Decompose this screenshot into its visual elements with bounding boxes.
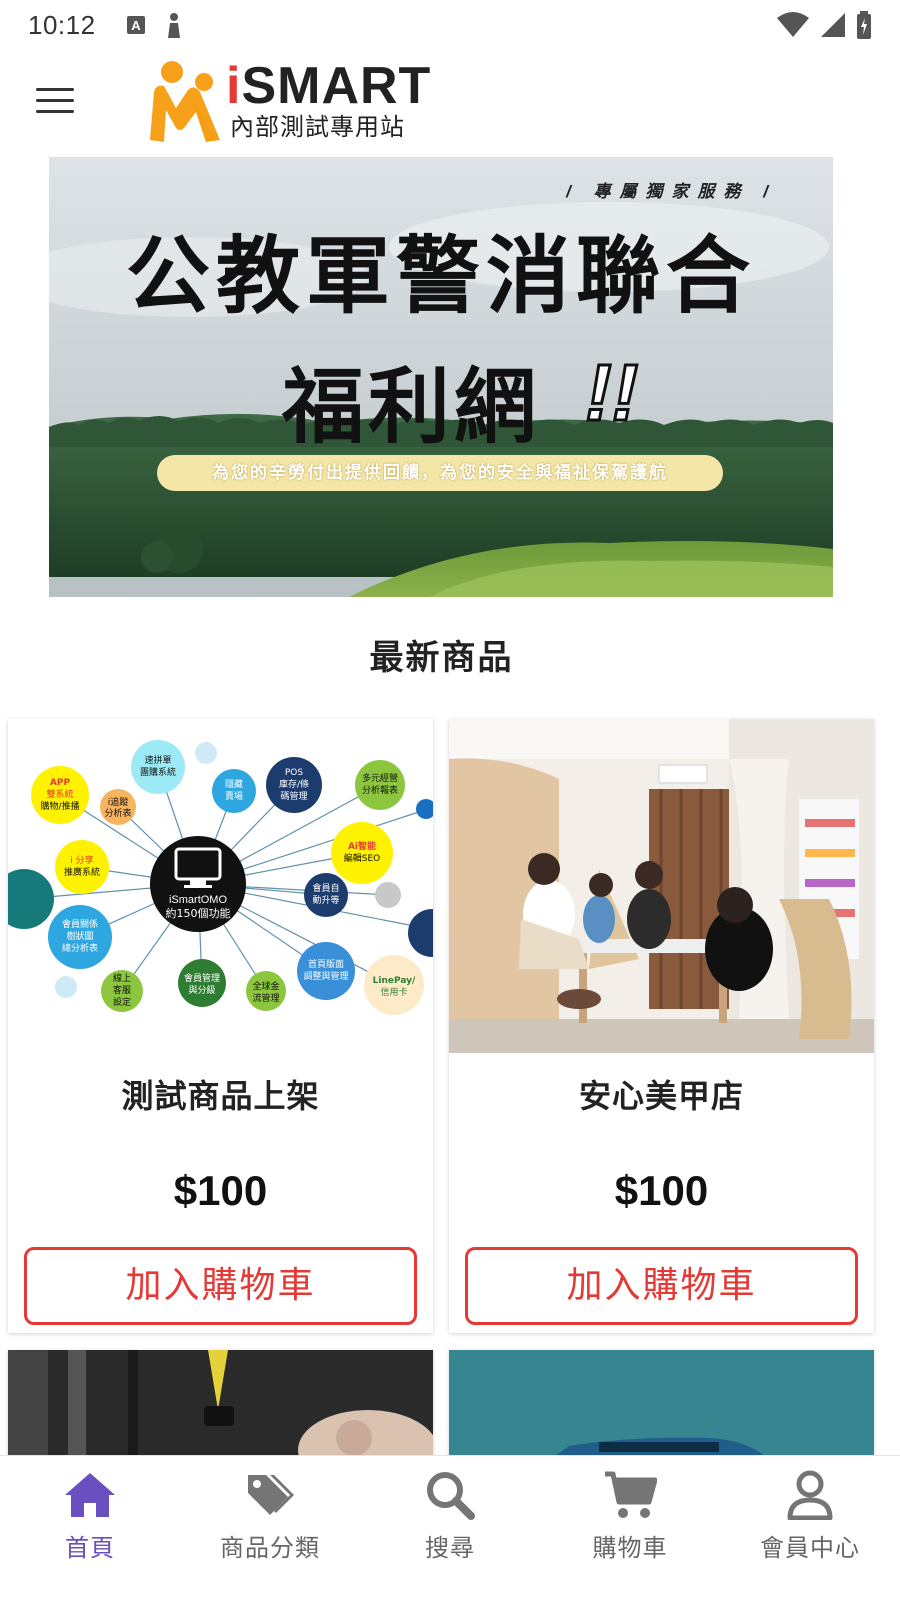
svg-text:會員自: 會員自 (312, 882, 339, 894)
nav-member-label: 會員中心 (760, 1535, 860, 1562)
svg-text:購物/推播: 購物/推播 (40, 800, 79, 812)
user-icon (787, 1470, 833, 1520)
nav-home-label: 首頁 (65, 1535, 115, 1562)
banner-title-line2: 福利網 (281, 360, 540, 455)
omo-center-line1: iSmartOMO (169, 894, 228, 906)
signal-icon (821, 13, 845, 37)
add-to-cart-button[interactable]: 加入購物車 (465, 1247, 858, 1325)
logo-brand-word: SMART (241, 57, 432, 115)
battery-icon (857, 11, 871, 39)
banner-exclaim: !! (583, 347, 639, 439)
nav-search[interactable]: 搜尋 (360, 1456, 540, 1600)
nav-cart-label: 購物車 (592, 1535, 668, 1562)
product-image-gym[interactable] (8, 1350, 433, 1460)
home-icon (65, 1473, 115, 1517)
menu-icon[interactable] (36, 88, 74, 116)
status-time: 10:12 (28, 9, 96, 40)
svg-text:POS: POS (285, 768, 304, 778)
product-name[interactable]: 安心美甲店 (449, 1071, 874, 1117)
keyboard-notification-icon: A (126, 16, 145, 34)
tags-icon (248, 1475, 294, 1515)
svg-text:信用卡: 信用卡 (380, 986, 407, 998)
svg-text:隱藏: 隱藏 (225, 778, 243, 790)
product-price: $100 (173, 1167, 268, 1214)
nav-categories-label: 商品分類 (220, 1535, 320, 1562)
logo-brand: iSMART (226, 58, 431, 114)
svg-text:動升等: 動升等 (312, 894, 339, 906)
status-bar: 10:12 A (0, 0, 900, 50)
svg-text:雙系統: 雙系統 (46, 788, 73, 800)
svg-text:樹狀圖: 樹狀圖 (66, 930, 93, 942)
svg-text:總分析表: 總分析表 (62, 942, 98, 954)
svg-text:與分級: 與分級 (188, 984, 215, 996)
banner-ribbon: 為您的辛勞付出提供回饋，為您的安全與福祉保駕護航 (157, 455, 723, 491)
omo-center-line2: 約150個功能 (166, 906, 231, 920)
svg-text:編輯SEO: 編輯SEO (344, 852, 380, 864)
product-name[interactable]: 測試商品上架 (8, 1071, 433, 1117)
svg-text:Ai智能: Ai智能 (348, 840, 376, 852)
svg-text:速拼單: 速拼單 (144, 754, 171, 766)
product-card[interactable] (449, 1350, 874, 1460)
svg-text:首頁版面: 首頁版面 (308, 958, 344, 970)
omo-diagram: iSmartOMO 約150個功能 速拼單團購系統 APP雙系統購物/推播 i追… (8, 719, 433, 1053)
nav-search-label: 搜尋 (425, 1535, 475, 1562)
svg-text:線上: 線上 (113, 972, 131, 984)
svg-text:A: A (131, 18, 141, 33)
svg-text:設定: 設定 (113, 996, 131, 1008)
svg-text:APP: APP (50, 778, 71, 788)
svg-text:碼管理: 碼管理 (280, 790, 307, 802)
svg-text:i追蹤: i追蹤 (108, 796, 129, 808)
cart-icon (605, 1471, 657, 1518)
svg-text:庫存/條: 庫存/條 (279, 778, 309, 790)
banner-title-line1: 公教軍警消聯合 (125, 227, 756, 325)
product-price: $100 (614, 1167, 709, 1214)
svg-text:賣場: 賣場 (225, 790, 243, 802)
wifi-icon (777, 12, 809, 37)
product-image-car[interactable] (449, 1350, 874, 1460)
bottom-navigation: 首頁 商品分類 搜尋 購物車 會員中心 (0, 1455, 900, 1600)
svg-text:客服: 客服 (113, 984, 131, 996)
product-image-nail-salon[interactable] (449, 719, 874, 1053)
section-title-latest: 最新商品 (369, 639, 514, 677)
svg-text:團購系統: 團購系統 (140, 766, 176, 778)
logo-brand-i: i (226, 57, 242, 115)
nav-home[interactable]: 首頁 (0, 1456, 180, 1600)
nav-categories[interactable]: 商品分類 (180, 1456, 360, 1600)
svg-text:全球金: 全球金 (252, 980, 279, 992)
svg-text:LinePay/: LinePay/ (373, 976, 416, 986)
svg-text:會員管理: 會員管理 (184, 972, 220, 984)
product-card[interactable]: 安心美甲店 $100 加入購物車 (449, 719, 874, 1333)
product-card[interactable] (8, 1350, 433, 1460)
svg-text:流管理: 流管理 (252, 992, 279, 1004)
nav-cart[interactable]: 購物車 (540, 1456, 720, 1600)
logo-subtitle: 內部測試專用站 (230, 114, 405, 141)
logo-mark-icon (150, 61, 220, 142)
add-to-cart-button[interactable]: 加入購物車 (24, 1247, 417, 1325)
banner-tag: / 專屬獨家服務 / (566, 182, 777, 201)
svg-text:分析表: 分析表 (104, 807, 131, 819)
product-image-omo-diagram[interactable]: iSmartOMO 約150個功能 速拼單 團購系統 APP 雙系統 購物/推播 i追… (8, 719, 433, 1053)
site-logo[interactable]: iSMART 內部測試專用站 (146, 58, 431, 144)
svg-text:推廣系統: 推廣系統 (64, 866, 100, 878)
svg-text:調整與管理: 調整與管理 (303, 970, 348, 982)
search-icon (427, 1472, 475, 1520)
svg-text:i 分享: i 分享 (70, 854, 93, 866)
svg-text:會員關係: 會員關係 (62, 918, 98, 930)
svg-text:分析報表: 分析報表 (362, 784, 398, 796)
figure-notification-icon (167, 13, 180, 38)
svg-text:多元經營: 多元經營 (362, 772, 398, 784)
nav-member[interactable]: 會員中心 (720, 1456, 900, 1600)
app-header: iSMART 內部測試專用站 (0, 50, 900, 155)
promo-banner[interactable]: / 專屬獨家服務 / 公教軍警消聯合 福利網 !! 為您的辛勞付出提供回饋，為您… (49, 157, 833, 597)
nail-salon-photo (449, 719, 874, 1053)
product-card[interactable]: iSmartOMO 約150個功能 速拼單 團購系統 APP 雙系統 購物/推播 i追… (8, 719, 433, 1333)
